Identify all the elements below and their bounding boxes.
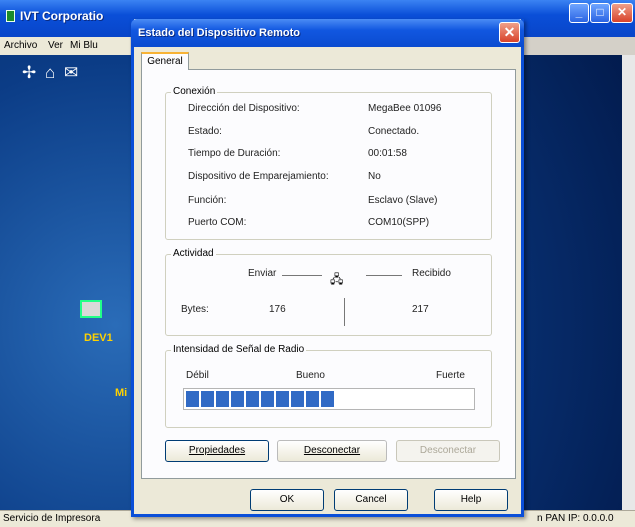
signal-segment <box>306 391 319 407</box>
help-button-label: Help <box>460 494 482 505</box>
pairing-label: Dispositivo de Emparejamiento: <box>188 171 329 182</box>
menu-archivo[interactable]: Archivo <box>4 40 37 51</box>
activity-legend: Actividad <box>171 248 216 259</box>
signal-segment <box>261 391 274 407</box>
signal-low-label: Débil <box>186 370 209 381</box>
sent-label: Enviar <box>248 268 277 279</box>
device-address-value: MegaBee 01096 <box>368 103 442 114</box>
tab-general[interactable]: General <box>141 52 189 70</box>
ok-button[interactable]: OK <box>250 489 324 511</box>
properties-button-label: Propiedades <box>188 445 246 456</box>
activity-group <box>165 254 492 336</box>
signal-segment <box>276 391 289 407</box>
maximize-button[interactable]: □ <box>590 3 610 23</box>
device-address-label: Dirección del Dispositivo: <box>188 103 300 114</box>
signal-segment <box>201 391 214 407</box>
state-label: Estado: <box>188 126 222 137</box>
com-port-value: COM10(SPP) <box>368 217 430 228</box>
my-device-label: Mi <box>115 387 128 399</box>
disconnect-button[interactable]: Desconectar <box>277 440 387 462</box>
com-port-label: Puerto COM: <box>188 217 247 228</box>
bytes-received-value: 217 <box>412 304 429 315</box>
received-line <box>366 275 402 276</box>
app-icon <box>6 10 15 22</box>
disabled-button: Desconectar <box>396 440 500 462</box>
minimize-button[interactable]: _ <box>569 3 589 23</box>
bytes-sent-value: 176 <box>269 304 286 315</box>
cancel-button-label: Cancel <box>355 494 387 505</box>
signal-segment <box>291 391 304 407</box>
status-text-left: Servicio de Impresora <box>3 513 101 524</box>
help-button[interactable]: Help <box>434 489 508 511</box>
disabled-button-label: Desconectar <box>419 445 477 456</box>
signal-segment <box>321 391 334 407</box>
signal-high-label: Fuerte <box>436 370 465 381</box>
dialog-title: Estado del Dispositivo Remoto <box>138 27 300 39</box>
disconnect-button-label: Desconectar <box>303 445 361 456</box>
function-value: Esclavo (Slave) <box>368 195 438 206</box>
signal-segment <box>186 391 199 407</box>
close-button[interactable]: ✕ <box>611 3 633 23</box>
function-label: Función: <box>188 195 227 206</box>
duration-value: 00:01:58 <box>368 148 407 159</box>
state-value: Conectado. <box>368 126 420 137</box>
cancel-button[interactable]: Cancel <box>334 489 408 511</box>
ok-button-label: OK <box>279 494 295 505</box>
status-text-right: n PAN IP: 0.0.0.0 <box>537 513 614 524</box>
signal-legend: Intensidad de Señal de Radio <box>171 344 307 355</box>
sent-line <box>282 275 322 276</box>
connection-legend: Conexión <box>171 86 218 97</box>
signal-segment <box>216 391 229 407</box>
menu-mi-bluetooth[interactable]: Mi Blu <box>70 40 98 51</box>
signal-segment <box>231 391 244 407</box>
signal-segment <box>246 391 259 407</box>
properties-button[interactable]: Propiedades <box>165 440 269 462</box>
received-label: Recibido <box>412 268 451 279</box>
activity-divider <box>344 298 345 326</box>
device-label: DEV1 <box>84 332 113 344</box>
toolbar-icons[interactable]: ✢ ⌂ ✉ <box>22 63 80 83</box>
background-window-title: IVT Corporatio <box>20 9 104 23</box>
network-activity-icon: 🖧 <box>330 272 344 286</box>
dialog-close-button[interactable]: ✕ <box>499 22 520 43</box>
menu-ver[interactable]: Ver <box>48 40 63 51</box>
duration-label: Tiempo de Duración: <box>188 148 281 159</box>
computer-icon[interactable] <box>80 300 102 318</box>
bytes-label: Bytes: <box>181 304 209 315</box>
scroll-strip <box>622 55 635 510</box>
signal-mid-label: Bueno <box>296 370 325 381</box>
signal-strength-bar <box>183 388 475 410</box>
pairing-value: No <box>368 171 381 182</box>
